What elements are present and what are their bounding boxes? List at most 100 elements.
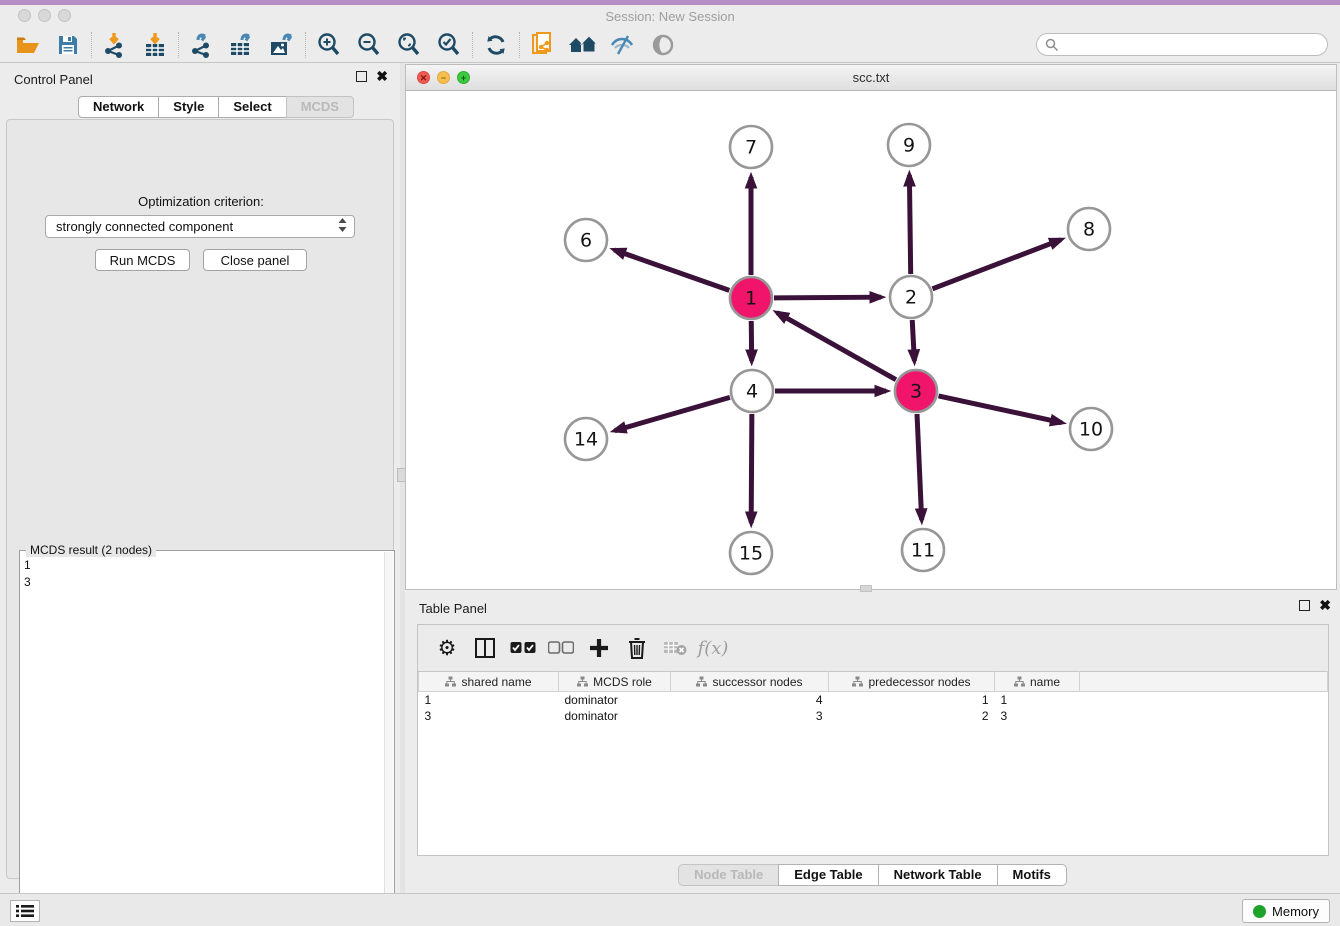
hide-selected-button[interactable]: [603, 29, 643, 61]
table-settings-button[interactable]: ⚙: [428, 630, 466, 666]
column-type-icon: [852, 676, 863, 687]
graph-node-14[interactable]: 14: [565, 418, 607, 460]
close-panel-button[interactable]: Close panel: [203, 249, 307, 271]
control-panel-title: Control Panel: [14, 72, 93, 87]
horizontal-splitter-handle[interactable]: [860, 585, 872, 592]
graph-node-10[interactable]: 10: [1070, 408, 1112, 450]
network-canvas[interactable]: 7 9 6 8 1 2 4 3 14 10 15 11: [406, 91, 1336, 589]
new-network-icon: [530, 31, 556, 59]
zoom-out-button[interactable]: [349, 29, 389, 61]
control-panel-tabs: NetworkStyleSelectMCDS: [78, 96, 354, 118]
add-column-button[interactable]: [580, 630, 618, 666]
import-table-button[interactable]: [135, 29, 175, 61]
graph-node-9[interactable]: 9: [888, 124, 930, 166]
save-session-button[interactable]: [48, 29, 88, 61]
graph-node-7[interactable]: 7: [730, 126, 772, 168]
graph-edge-4-15[interactable]: [751, 414, 752, 523]
zoom-selected-button[interactable]: [429, 29, 469, 61]
tab-motifs[interactable]: Motifs: [997, 864, 1067, 886]
open-file-button[interactable]: [8, 29, 48, 61]
select-all-button[interactable]: [504, 630, 542, 666]
tab-mcds[interactable]: MCDS: [286, 96, 354, 118]
close-panel-icon[interactable]: ✖: [376, 71, 388, 82]
result-scrollbar[interactable]: [384, 552, 393, 926]
zoom-in-button[interactable]: [309, 29, 349, 61]
tab-network[interactable]: Network: [78, 96, 159, 118]
table-cell[interactable]: 3: [419, 708, 559, 724]
table-cell[interactable]: 1: [829, 692, 995, 708]
network-window-titlebar[interactable]: ✕ − + scc.txt: [406, 65, 1336, 91]
task-history-button[interactable]: [10, 900, 40, 922]
first-neighbors-button[interactable]: [563, 29, 603, 61]
table-cell[interactable]: 4: [671, 692, 829, 708]
table-cell[interactable]: 1: [995, 692, 1080, 708]
select-all-icon: [510, 641, 536, 655]
show-all-button[interactable]: [643, 29, 683, 61]
table-cell[interactable]: dominator: [559, 708, 671, 724]
graph-edge-1-2[interactable]: [774, 297, 881, 298]
export-image-button[interactable]: [262, 29, 302, 61]
run-mcds-button[interactable]: Run MCDS: [95, 249, 190, 271]
graph-node-11[interactable]: 11: [902, 529, 944, 571]
tab-select[interactable]: Select: [218, 96, 286, 118]
table-cell[interactable]: 3: [995, 708, 1080, 724]
split-columns-button[interactable]: [466, 630, 504, 666]
import-network-button[interactable]: [95, 29, 135, 61]
graph-node-15[interactable]: 15: [730, 532, 772, 574]
column-header-name[interactable]: name: [995, 672, 1080, 692]
delete-column-button[interactable]: [618, 630, 656, 666]
graph-edge-1-6[interactable]: [614, 250, 729, 290]
refresh-button[interactable]: [476, 29, 516, 61]
tab-edge-table[interactable]: Edge Table: [778, 864, 878, 886]
column-type-icon: [1014, 676, 1025, 687]
graph-node-6[interactable]: 6: [565, 219, 607, 261]
graph-edge-3-11[interactable]: [917, 414, 922, 520]
graph-edge-4-14[interactable]: [615, 397, 730, 430]
float-panel-icon[interactable]: [356, 71, 367, 82]
graph-node-4[interactable]: 4: [731, 370, 773, 412]
graph-node-label: 3: [910, 381, 922, 403]
plus-icon: [589, 638, 609, 658]
column-header-predecessor-nodes[interactable]: predecessor nodes: [829, 672, 995, 692]
graph-edge-3-10[interactable]: [938, 396, 1061, 423]
network-window-title: scc.txt: [406, 70, 1336, 85]
export-table-button[interactable]: [222, 29, 262, 61]
export-network-button[interactable]: [182, 29, 222, 61]
delete-table-button[interactable]: [656, 630, 694, 666]
search-input[interactable]: [1059, 35, 1327, 54]
table-cell[interactable]: 2: [829, 708, 995, 724]
graph-node-label: 11: [911, 540, 935, 562]
graph-edge-2-3[interactable]: [912, 320, 914, 361]
column-header-successor-nodes[interactable]: successor nodes: [671, 672, 829, 692]
graph-edge-2-9[interactable]: [909, 175, 910, 274]
table-row[interactable]: 1dominator411: [419, 692, 1328, 708]
graph-node-1[interactable]: 1: [730, 277, 772, 319]
float-table-panel-icon[interactable]: [1299, 600, 1310, 611]
memory-button[interactable]: Memory: [1242, 899, 1330, 923]
table-cell[interactable]: 3: [671, 708, 829, 724]
column-header-MCDS-role[interactable]: MCDS role: [559, 672, 671, 692]
search-icon: [1045, 38, 1059, 52]
mcds-result-text[interactable]: 1 3: [24, 557, 380, 923]
table-cell[interactable]: 1: [419, 692, 559, 708]
zoom-in-icon: [316, 32, 342, 58]
tab-network-table[interactable]: Network Table: [878, 864, 998, 886]
table-row[interactable]: 3dominator323: [419, 708, 1328, 724]
optimization-criterion-select[interactable]: strongly connected component: [45, 215, 355, 238]
zoom-fit-button[interactable]: [389, 29, 429, 61]
column-header-shared-name[interactable]: shared name: [419, 672, 559, 692]
function-builder-button[interactable]: f(x): [694, 630, 732, 666]
tab-node-table[interactable]: Node Table: [678, 864, 779, 886]
graph-node-2[interactable]: 2: [890, 276, 932, 318]
tab-style[interactable]: Style: [158, 96, 219, 118]
graph-node-8[interactable]: 8: [1068, 208, 1110, 250]
search-box[interactable]: [1036, 33, 1328, 56]
unselect-all-button[interactable]: [542, 630, 580, 666]
close-table-panel-icon[interactable]: ✖: [1319, 600, 1331, 611]
graph-edge-3-1[interactable]: [777, 313, 896, 380]
node-table: shared nameMCDS rolesuccessor nodesprede…: [418, 671, 1328, 724]
table-cell[interactable]: dominator: [559, 692, 671, 708]
graph-edge-2-8[interactable]: [932, 240, 1060, 289]
graph-node-3[interactable]: 3: [895, 370, 937, 412]
new-network-from-selection-button[interactable]: [523, 29, 563, 61]
